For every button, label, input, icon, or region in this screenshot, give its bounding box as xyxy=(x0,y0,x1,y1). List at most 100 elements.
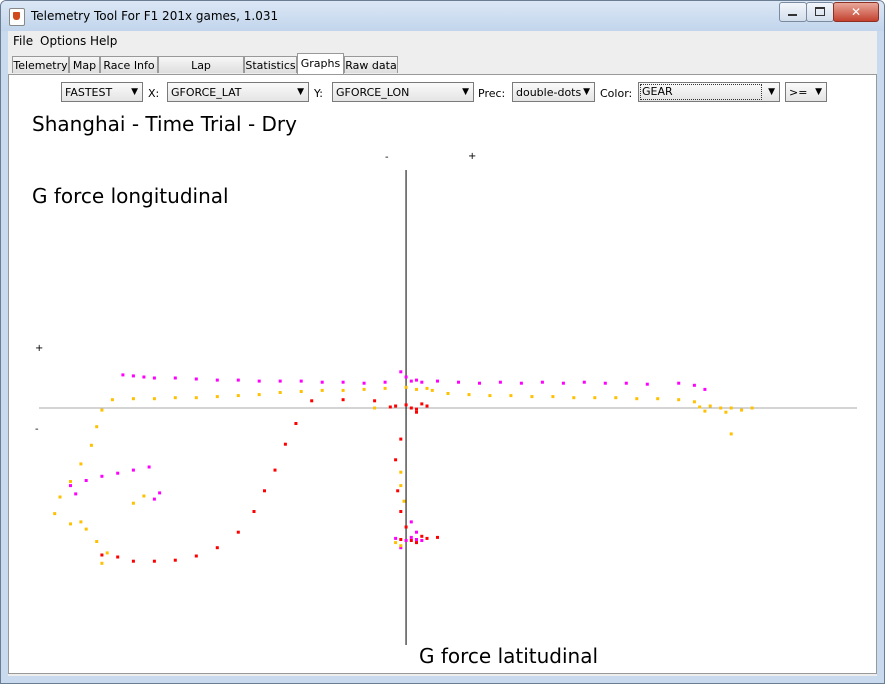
data-point-s0-15 xyxy=(404,375,408,379)
tab-graphs[interactable]: Graphs xyxy=(297,53,344,74)
data-point-s0-6 xyxy=(215,378,219,382)
data-point-s2-8 xyxy=(252,510,256,513)
data-point-s2-11 xyxy=(283,442,287,446)
tab-lap-comparison[interactable]: Lap comparison xyxy=(158,56,244,89)
data-point-s1-17 xyxy=(430,388,434,392)
tab-raw-data[interactable]: Raw data xyxy=(344,56,398,73)
data-point-s1-8 xyxy=(278,391,282,394)
data-point-s1-21 xyxy=(509,394,513,398)
data-point-s0-26 xyxy=(561,381,565,385)
data-point-s1-19 xyxy=(467,393,471,397)
data-point-s1-36 xyxy=(750,406,754,410)
data-point-s0-24 xyxy=(519,381,523,385)
tab-statistics[interactable]: Statistics xyxy=(244,56,297,73)
menu-help[interactable]: Help xyxy=(90,34,117,48)
data-point-s1-42 xyxy=(89,443,93,447)
minimize-button[interactable] xyxy=(779,2,807,22)
data-point-s2-22 xyxy=(388,405,392,409)
data-point-s2-26 xyxy=(396,489,400,493)
data-point-s0-2 xyxy=(142,375,146,379)
data-point-s0-27 xyxy=(582,380,586,384)
data-point-s1-52 xyxy=(79,520,83,524)
menu-file[interactable]: File xyxy=(13,34,33,48)
data-point-s1-2 xyxy=(152,397,156,401)
tab-race-info[interactable]: Race Info xyxy=(100,56,158,73)
data-point-s0-41 xyxy=(152,497,156,501)
data-point-s0-18 xyxy=(420,380,424,384)
data-point-s1-31 xyxy=(698,405,702,409)
data-point-s1-50 xyxy=(105,551,109,555)
data-points xyxy=(53,370,754,565)
x-positive-marker: + xyxy=(468,151,476,162)
menu-options[interactable]: Options xyxy=(40,34,86,48)
data-point-s1-47 xyxy=(69,522,72,526)
app-window: Telemetry Tool For F1 201x games, 1.031 … xyxy=(0,0,885,684)
data-point-s1-20 xyxy=(488,394,492,398)
data-point-s0-4 xyxy=(173,376,177,380)
data-point-s0-23 xyxy=(498,380,502,384)
data-point-s2-28 xyxy=(404,525,408,529)
data-point-s2-21 xyxy=(425,404,429,408)
data-point-s2-4 xyxy=(173,558,177,562)
maximize-button[interactable] xyxy=(806,2,834,22)
data-point-s1-45 xyxy=(58,495,62,499)
data-point-s1-41 xyxy=(95,425,99,429)
data-point-s0-10 xyxy=(299,379,303,383)
data-point-s0-35 xyxy=(84,479,88,482)
gforce-scatter-plot: G force longitudinal G force latitudinal… xyxy=(32,151,857,668)
data-point-s2-0 xyxy=(100,553,104,557)
data-point-s0-33 xyxy=(703,387,707,391)
data-point-s1-60 xyxy=(399,484,403,488)
data-point-s1-49 xyxy=(95,540,99,543)
close-button[interactable]: ✕ xyxy=(833,2,879,22)
data-point-s0-8 xyxy=(257,379,261,383)
data-point-s0-37 xyxy=(116,471,120,475)
tab-map[interactable]: Map xyxy=(69,56,100,73)
data-point-s1-32 xyxy=(708,404,712,408)
data-point-s2-5 xyxy=(194,554,198,558)
data-point-s0-36 xyxy=(100,474,104,478)
data-point-s1-34 xyxy=(729,406,733,410)
data-point-s1-30 xyxy=(692,400,696,404)
data-point-s1-56 xyxy=(394,541,398,545)
data-point-s1-1 xyxy=(131,397,135,401)
data-point-s1-43 xyxy=(79,462,83,466)
data-point-s2-16 xyxy=(394,404,398,408)
data-point-s1-55 xyxy=(399,470,403,474)
data-point-s1-61 xyxy=(402,499,406,503)
data-point-s2-14 xyxy=(341,398,345,402)
data-point-s1-9 xyxy=(299,390,303,393)
data-point-s2-19 xyxy=(415,407,418,411)
data-point-s0-46 xyxy=(404,539,408,542)
data-point-s1-4 xyxy=(194,396,198,400)
data-point-s1-33 xyxy=(719,406,723,410)
data-point-s1-13 xyxy=(383,386,387,390)
menu-bar: File Options Help xyxy=(8,31,877,51)
data-point-s2-13 xyxy=(310,399,314,403)
maximize-icon xyxy=(815,7,825,16)
data-point-s2-34 xyxy=(399,538,403,541)
data-point-s1-25 xyxy=(593,396,597,400)
data-point-s0-7 xyxy=(236,378,240,382)
data-point-s2-29 xyxy=(409,539,413,542)
data-point-s1-5 xyxy=(215,395,219,399)
tab-telemetry[interactable]: Telemetry xyxy=(12,56,69,73)
data-point-s0-32 xyxy=(692,383,696,387)
data-point-s0-0 xyxy=(121,373,125,377)
title-bar[interactable]: Telemetry Tool For F1 201x games, 1.031 … xyxy=(1,1,884,31)
data-point-s0-17 xyxy=(415,378,418,382)
data-point-s1-54 xyxy=(131,501,135,505)
data-point-s1-15 xyxy=(415,387,418,391)
y-axis-title: G force longitudinal xyxy=(32,184,229,208)
data-point-s0-28 xyxy=(603,381,607,385)
data-point-s1-57 xyxy=(399,544,403,548)
data-point-s1-26 xyxy=(614,396,618,400)
data-point-s1-51 xyxy=(100,561,104,565)
data-point-s1-38 xyxy=(724,410,728,414)
data-point-s2-27 xyxy=(399,510,403,513)
y-negative-marker: - xyxy=(35,424,39,435)
data-point-s0-30 xyxy=(645,382,649,386)
data-point-s1-28 xyxy=(656,397,660,401)
data-point-s1-22 xyxy=(530,395,534,399)
data-point-s0-13 xyxy=(362,381,366,385)
